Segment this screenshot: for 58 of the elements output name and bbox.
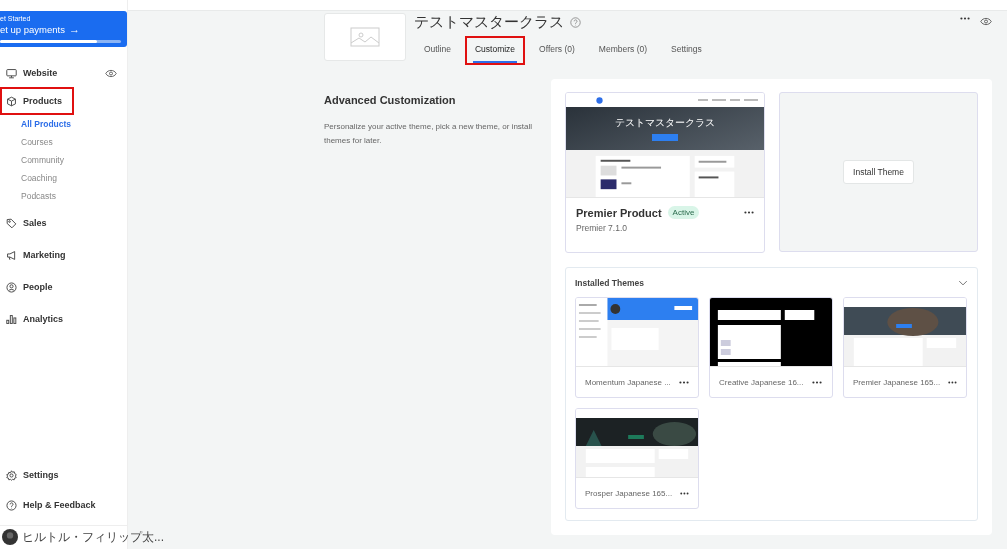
nav-item[interactable]: Products [0,87,74,115]
section-description: Personalize your active theme, pick a new theme, or install themes for later. [324,121,533,147]
nav-item[interactable]: Analytics [0,305,76,333]
megaphone-icon [6,249,17,261]
monitor-icon [6,67,17,79]
avatar-icon [2,529,18,545]
theme-card[interactable]: Prosper Japanese 165... [575,408,699,509]
installed-themes-heading: Installed Themes [575,278,644,288]
person-icon [6,281,17,293]
settings-icon [6,469,17,481]
more-icon[interactable] [948,380,957,384]
active-badge: Active [667,206,700,219]
eye-icon[interactable] [105,68,117,78]
preview-title: テストマスタークラス [615,116,715,130]
more-icon[interactable] [680,491,689,495]
user-name[interactable]: ヒルトル・フィリップ太... [22,529,164,545]
nav-item[interactable]: Sales [0,209,59,237]
theme-name: Momentum Japanese ... [585,377,671,387]
theme-card[interactable]: Creative Japanese 16... [709,297,833,398]
theme-name: Prosper Japanese 165... [585,488,673,498]
theme-name: Premier Product [576,206,662,219]
help-icon [6,499,17,511]
section-heading: Advanced Customization [324,94,457,106]
more-icon[interactable] [678,380,689,384]
nav-item[interactable]: People [0,273,65,301]
nav-item[interactable]: Settings [0,461,71,489]
nav-subitem[interactable]: Podcasts [21,187,56,205]
bars-icon [6,313,17,325]
nav-links-drawing [698,98,758,102]
theme-card[interactable]: Premier Japanese 165... [843,297,967,398]
logo-icon [596,96,603,104]
theme-version: Premier 7.1.0 [576,223,629,233]
more-icon[interactable] [744,211,754,214]
eye-icon[interactable] [980,17,992,26]
tab[interactable]: Outline [422,39,453,63]
nav-item[interactable]: Marketing [0,241,78,269]
more-icon[interactable] [811,380,822,384]
nav-subitem[interactable]: Coaching [21,169,57,187]
theme-name: Premier Japanese 165... [853,377,941,387]
chevron-icon[interactable] [958,280,968,286]
product-title: テストマスタークラス [414,13,564,32]
nav-item[interactable]: Website [0,59,70,87]
box-icon [6,95,17,107]
theme-name: Creative Japanese 16... [719,377,804,387]
theme-card[interactable]: Momentum Japanese ... [575,297,699,398]
setup-title: et up payments [0,24,65,35]
nav-subitem[interactable]: Community [21,151,64,169]
install-theme-button[interactable]: Install Theme [843,160,914,184]
more-icon[interactable] [960,17,970,20]
nav-item[interactable]: Help & Feedback [0,491,108,519]
tab[interactable]: Members (0) [596,39,650,63]
tab[interactable]: Settings [669,39,704,63]
arrow-icon: → [68,24,80,35]
nav-subitem[interactable]: All Products [21,115,72,133]
tab[interactable]: Offers (0) [537,39,577,63]
image-placeholder-icon [350,27,380,47]
tag-icon [6,217,17,229]
nav-subitem[interactable]: Courses [21,133,53,151]
